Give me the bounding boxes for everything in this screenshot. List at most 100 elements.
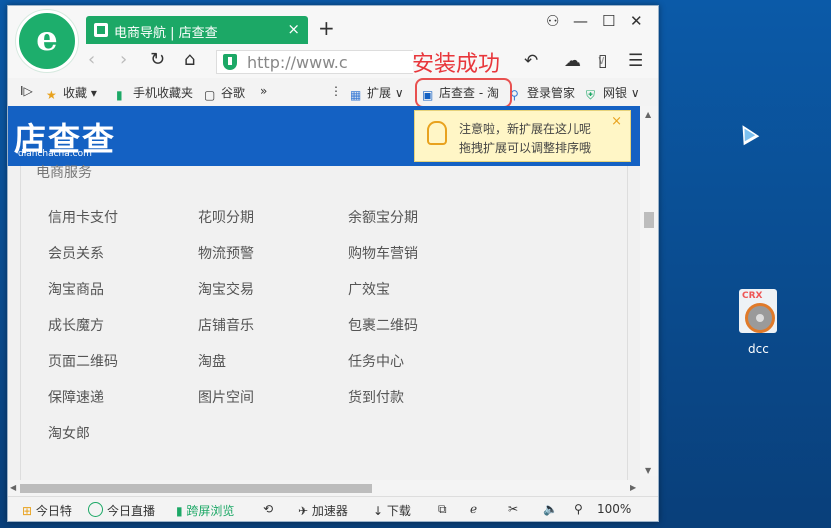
download-label: 下载 — [386, 504, 411, 518]
tip-text: 注意啦，新扩展在这儿呢 拖拽扩展可以调整排序哦 — [459, 120, 591, 158]
crx-badge: CRX — [742, 291, 763, 301]
desktop-file-label[interactable]: dcc — [748, 342, 769, 356]
link-item[interactable]: 淘宝商品 — [48, 279, 104, 299]
site-domain: dianchacha.com — [18, 149, 92, 159]
close-button[interactable]: ✕ — [630, 12, 643, 30]
horizontal-scroll-thumb[interactable] — [20, 484, 372, 493]
bookmarks-more-icon[interactable]: » — [260, 84, 267, 98]
scroll-left-icon[interactable]: ◀ — [10, 483, 16, 492]
horizontal-scrollbar[interactable]: ◀ ▶ — [8, 480, 640, 496]
link-item[interactable]: 淘女郎 — [48, 423, 90, 443]
bookmark-mobile[interactable]: ▮ 手机收藏夹 — [116, 84, 193, 102]
browser-logo-icon[interactable]: e — [16, 10, 78, 72]
maximize-button[interactable]: ☐ — [602, 12, 615, 30]
link-item[interactable]: 保障速递 — [48, 387, 104, 407]
back-icon[interactable]: ‹ — [88, 49, 95, 70]
phone-icon[interactable]: ▯ — [598, 51, 607, 71]
status-today-live[interactable]: 今日直播 — [88, 502, 155, 519]
bookmark-mobile-label: 手机收藏夹 — [133, 86, 194, 100]
zoom-icon[interactable]: ⚲ — [574, 502, 583, 516]
shield-yen-icon: ⛨ — [586, 88, 596, 102]
tip-line-2: 拖拽扩展可以调整排序哦 — [459, 141, 592, 155]
link-item[interactable]: 任务中心 — [348, 351, 404, 371]
link-item[interactable]: 成长魔方 — [48, 315, 104, 335]
status-cross-screen[interactable]: ▮ 跨屏浏览 — [176, 502, 234, 519]
skin-icon[interactable]: ⚇ — [546, 12, 559, 30]
vertical-scrollbar[interactable]: ▲ ▼ — [640, 106, 658, 476]
link-item[interactable]: 会员关系 — [48, 243, 104, 263]
browser-window: 电商导航 | 店查查 × + ⚇ — ☐ ✕ ‹ › ↻ ⌂ http://ww… — [7, 5, 659, 522]
scroll-up-icon[interactable]: ▲ — [645, 110, 651, 119]
undo-icon[interactable]: ↶ — [524, 51, 538, 71]
page-content: 店查查 dianchacha.com 电商服务 信用卡支付 花呗分期 余额宝分期… — [8, 106, 640, 494]
tab-active[interactable]: 电商导航 | 店查查 × — [86, 16, 308, 44]
play-icon — [88, 502, 103, 517]
grip-icon: ⋮ — [330, 84, 342, 98]
status-today-special[interactable]: ⊞ 今日特 — [22, 502, 72, 519]
title-bar: 电商导航 | 店查查 × + ⚇ — ☐ ✕ — [8, 6, 658, 44]
minimize-button[interactable]: — — [573, 12, 588, 30]
link-item[interactable]: 页面二维码 — [48, 351, 118, 371]
cross-screen-label: 跨屏浏览 — [186, 504, 235, 518]
status-accelerator[interactable]: ✈ 加速器 — [298, 502, 348, 519]
rocket-icon: ✈ — [298, 504, 312, 518]
extensions-label: 扩展 — [367, 86, 392, 100]
link-item[interactable]: 店铺音乐 — [198, 315, 254, 335]
new-tab-button[interactable]: + — [318, 16, 335, 40]
screenshot-icon[interactable]: ✂ — [508, 502, 518, 516]
link-item[interactable]: 图片空间 — [198, 387, 254, 407]
today-live-label: 今日直播 — [107, 504, 156, 518]
tab-title: 电商导航 | 店查查 — [114, 26, 218, 41]
link-item[interactable]: 货到付款 — [348, 387, 404, 407]
bookmark-favorites[interactable]: ★ 收藏 ▾ — [46, 84, 97, 102]
gift-icon: ⊞ — [22, 504, 36, 518]
tab-favicon-icon — [94, 23, 108, 37]
link-item[interactable]: 信用卡支付 — [48, 207, 118, 227]
address-bar[interactable]: http://www.c ∨ — [216, 50, 606, 74]
link-item[interactable]: 花呗分期 — [198, 207, 254, 227]
link-item[interactable]: 包裹二维码 — [348, 315, 418, 335]
refresh-icon[interactable]: ↻ — [150, 49, 165, 70]
extensions-menu[interactable]: ▦ 扩展 ∨ — [350, 84, 404, 102]
ie-icon[interactable]: ℯ — [470, 502, 477, 516]
link-item[interactable]: 淘宝交易 — [198, 279, 254, 299]
phone-green-icon: ▮ — [176, 504, 187, 518]
home-icon[interactable]: ⌂ — [184, 49, 195, 70]
tab-close-icon[interactable]: × — [287, 20, 300, 38]
ebank-label: 网银 — [603, 86, 628, 100]
crx-file-icon[interactable]: CRX — [739, 289, 777, 333]
link-item[interactable]: 淘盘 — [198, 351, 226, 371]
star-icon: ★ — [46, 88, 57, 102]
status-bar: ⊞ 今日特 今日直播 ▮ 跨屏浏览 ⟲ ✈ 加速器 ↓ 下载 ⧉ ℯ ✂ 🔈 ⚲… — [8, 496, 658, 521]
forward-icon[interactable]: › — [120, 49, 127, 70]
login-manager-label: 登录管家 — [527, 86, 576, 100]
link-item[interactable]: 物流预警 — [198, 243, 254, 263]
scroll-down-icon[interactable]: ▼ — [645, 466, 651, 475]
cloud-icon[interactable]: ☁ — [564, 51, 581, 71]
tip-line-1: 注意啦，新扩展在这儿呢 — [459, 122, 592, 136]
link-item[interactable]: 购物车营销 — [348, 243, 418, 263]
sidebar-toggle-icon[interactable]: I▷ — [20, 84, 33, 98]
accelerator-label: 加速器 — [311, 504, 348, 518]
bookmarks-bar: I▷ ★ 收藏 ▾ ▮ 手机收藏夹 ▢ 谷歌 » ⋮ ▦ 扩展 ∨ ▣ 店查查 - 淘 ⚲… — [8, 78, 658, 107]
extension-tip-popup: 注意啦，新扩展在这儿呢 拖拽扩展可以调整排序哦 × — [414, 110, 631, 162]
bookmark-google[interactable]: ▢ 谷歌 — [204, 84, 245, 102]
scroll-right-icon[interactable]: ▶ — [630, 483, 636, 492]
link-item[interactable]: 余额宝分期 — [348, 207, 418, 227]
history-icon[interactable]: ⟲ — [263, 502, 273, 516]
volume-icon[interactable]: 🔈 — [543, 502, 558, 516]
compat-mode-icon[interactable]: ⧉ — [438, 502, 447, 517]
link-item[interactable]: 广效宝 — [348, 279, 390, 299]
extension-login-manager[interactable]: ⚲ 登录管家 — [510, 84, 575, 102]
menu-icon[interactable]: ☰ — [628, 51, 643, 71]
bookmark-google-label: 谷歌 — [221, 86, 246, 100]
security-shield-icon — [223, 54, 237, 70]
today-special-label: 今日特 — [35, 504, 72, 518]
status-download[interactable]: ↓ 下载 — [373, 502, 411, 519]
install-success-text: 安装成功 — [412, 52, 501, 77]
extension-ebank[interactable]: ⛨ 网银 ∨ — [586, 84, 640, 102]
key-icon: ⚲ — [510, 88, 519, 102]
vertical-scroll-thumb[interactable] — [644, 212, 654, 228]
tip-close-icon[interactable]: × — [611, 114, 622, 129]
zoom-level[interactable]: 100% — [597, 502, 631, 516]
